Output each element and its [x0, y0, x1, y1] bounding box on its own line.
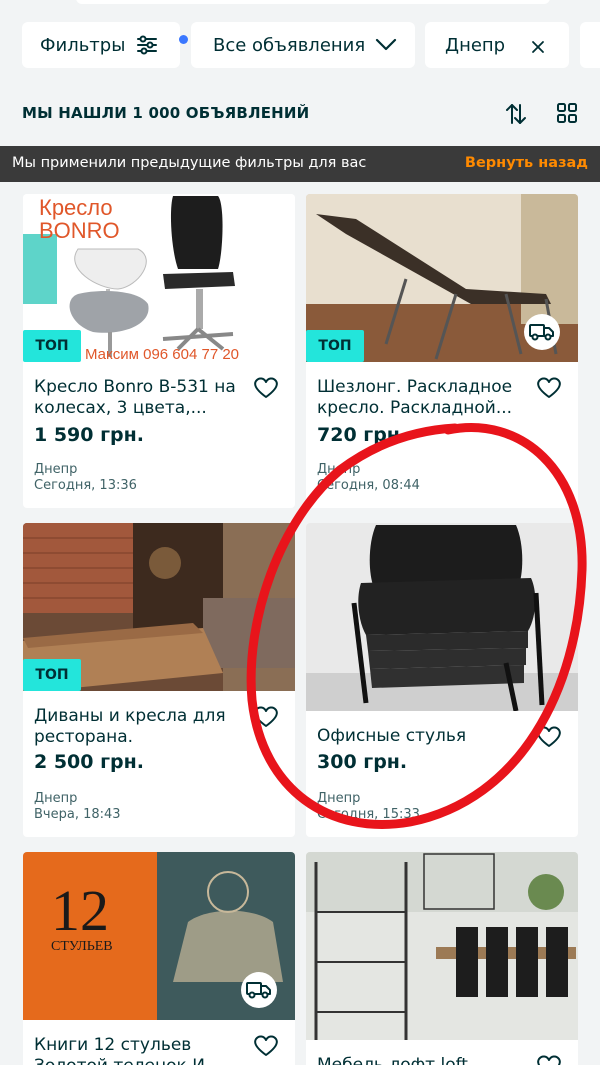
- listing-date: Сегодня, 13:36: [34, 478, 137, 493]
- listing-card[interactable]: Кресло BONRO Максим 096 604 77 20 ТОП Кр…: [23, 194, 295, 508]
- city-label: Днепр: [445, 34, 506, 56]
- heart-icon[interactable]: [253, 376, 279, 404]
- sort-icon[interactable]: [505, 102, 527, 130]
- heart-icon[interactable]: [536, 376, 562, 404]
- listing-price: 1 590 грн.: [34, 424, 144, 446]
- all-ads-dropdown[interactable]: Все объявления: [191, 22, 415, 68]
- listing-card[interactable]: Офисные стулья 300 грн. Днепр Сегодня, 1…: [306, 523, 578, 837]
- filters-button[interactable]: Фильтры: [22, 22, 188, 68]
- photo-caption-2: BONRO: [39, 218, 120, 243]
- listing-location: Днепр: [317, 462, 361, 477]
- city-filter-chip[interactable]: Днепр: [425, 22, 569, 68]
- grid-view-icon[interactable]: [556, 102, 578, 128]
- applied-filters-notice: Мы применили предыдущие фильтры для вас …: [0, 146, 600, 182]
- notice-text: Мы применили предыдущие фильтры для вас: [12, 155, 367, 171]
- listing-card[interactable]: ТОП Шезлонг. Раскладное кресло. Раскладн…: [306, 194, 578, 508]
- search-bar[interactable]: [76, 0, 550, 4]
- photo-caption-1: Кресло: [39, 195, 113, 220]
- book-cover-number: 12: [51, 878, 109, 943]
- results-count-title: МЫ НАШЛИ 1 000 ОБЪЯВЛЕНИЙ: [22, 104, 310, 122]
- listing-title[interactable]: Кресло Bonro B-531 на колесах, 3 цвета,.…: [34, 377, 244, 419]
- filters-row: Фильтры Все объявления Днепр: [0, 22, 600, 68]
- sliders-icon: [136, 35, 158, 60]
- heart-icon[interactable]: [253, 1034, 279, 1062]
- active-filter-dot: [179, 35, 188, 44]
- heart-icon[interactable]: [536, 1054, 562, 1065]
- heart-icon[interactable]: [253, 705, 279, 733]
- delivery-truck-icon: [524, 314, 560, 350]
- listing-price: 2 500 грн.: [34, 751, 144, 773]
- book-cover-title: СТУЛЬЕВ: [51, 939, 113, 954]
- top-badge: ТОП: [23, 659, 81, 691]
- close-icon[interactable]: [531, 38, 545, 59]
- listing-photo[interactable]: [306, 523, 578, 711]
- listing-card[interactable]: Мебель лофт loft...: [306, 852, 578, 1065]
- listing-date: Вчера, 18:43: [34, 807, 121, 822]
- top-badge: ТОП: [306, 330, 364, 362]
- listing-title[interactable]: Офисные стулья: [317, 726, 527, 748]
- listing-location: Днепр: [317, 791, 361, 806]
- more-filters-chip[interactable]: [580, 22, 600, 68]
- listing-card[interactable]: 12 СТУЛЬЕВ Книги 12 стульев Золотой теле…: [23, 852, 295, 1065]
- all-ads-label: Все объявления: [213, 34, 366, 56]
- listing-date: Сегодня, 15:33: [317, 807, 420, 822]
- listing-date: Сегодня, 08:44: [317, 478, 420, 493]
- listing-location: Днепр: [34, 462, 78, 477]
- filters-label: Фильтры: [40, 34, 126, 56]
- listing-location: Днепр: [34, 791, 78, 806]
- delivery-truck-icon: [241, 972, 277, 1008]
- listing-title[interactable]: Книги 12 стульев Золотой теленок И...: [34, 1035, 244, 1065]
- listing-price: 720 грн.: [317, 424, 408, 446]
- photo-caption-3: Максим 096 604 77 20: [85, 346, 239, 362]
- chevron-down-icon: [375, 36, 397, 57]
- listing-card[interactable]: ТОП Диваны и кресла для ресторана. 2 500…: [23, 523, 295, 837]
- listing-title[interactable]: Диваны и кресла для ресторана.: [34, 706, 244, 748]
- heart-icon[interactable]: [536, 725, 562, 753]
- listing-price: 300 грн.: [317, 751, 408, 773]
- results-bar: МЫ НАШЛИ 1 000 ОБЪЯВЛЕНИЙ: [0, 96, 600, 132]
- top-badge: ТОП: [23, 330, 81, 362]
- listing-title[interactable]: Мебель лофт loft...: [317, 1055, 527, 1065]
- listing-title[interactable]: Шезлонг. Раскладное кресло. Раскладной..…: [317, 377, 527, 419]
- revert-filters-link[interactable]: Вернуть назад: [465, 155, 588, 171]
- listing-photo[interactable]: [306, 852, 578, 1040]
